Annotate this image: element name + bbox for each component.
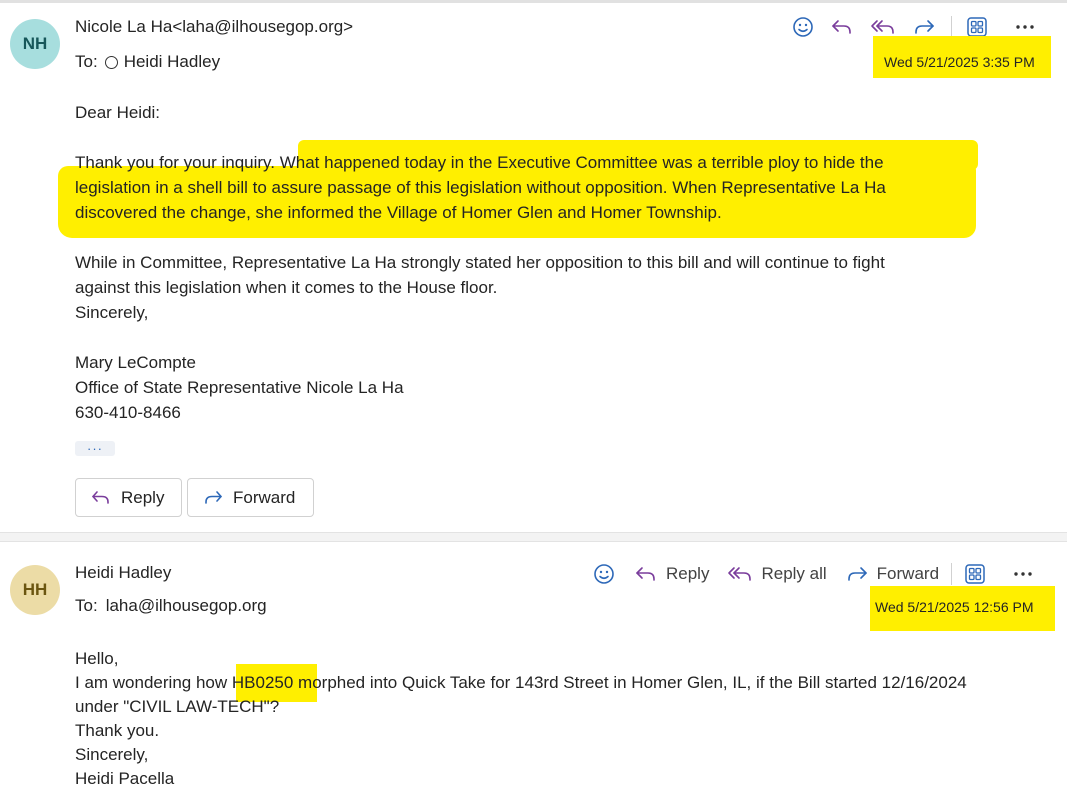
email-message-hadley: HH Heidi Hadley To: laha@ilhousegop.org … bbox=[0, 542, 1067, 795]
recipient-name[interactable]: Heidi Hadley bbox=[124, 52, 220, 72]
message-separator bbox=[0, 532, 1067, 542]
body-line: discovered the change, she informed the … bbox=[75, 203, 722, 222]
reply-all-icon bbox=[728, 567, 752, 581]
reply-button[interactable]: Reply bbox=[75, 478, 182, 517]
message-toolbar: Reply Reply all Forward bbox=[592, 562, 1034, 586]
to-label: To: bbox=[75, 52, 98, 71]
apps-icon[interactable] bbox=[964, 563, 986, 585]
signature-line: 630-410-8466 bbox=[75, 403, 181, 422]
signature-line: Heidi Pacella bbox=[75, 769, 175, 788]
greeting: Dear Heidi: bbox=[75, 103, 161, 122]
sender-name[interactable]: Nicole La Ha<laha@ilhousegop.org> bbox=[75, 17, 353, 37]
message-date: Wed 5/21/2025 3:35 PM bbox=[884, 54, 1035, 70]
sender-name[interactable]: Heidi Hadley bbox=[75, 563, 171, 583]
more-icon[interactable] bbox=[1014, 16, 1036, 38]
toolbar-divider bbox=[951, 563, 953, 585]
avatar[interactable]: NH bbox=[10, 19, 60, 69]
reply-label: Reply bbox=[666, 564, 710, 583]
reply-button[interactable]: Reply bbox=[634, 562, 709, 586]
presence-icon bbox=[104, 55, 118, 69]
body-line: against this legislation when it comes t… bbox=[75, 278, 498, 297]
body-line: While in Committee, Representative La Ha… bbox=[75, 253, 885, 272]
body-line: Thank you for your inquiry. What happene… bbox=[75, 153, 884, 172]
reply-button-label: Reply bbox=[121, 487, 165, 507]
body-line: legislation in a shell bill to assure pa… bbox=[75, 178, 886, 197]
forward-icon bbox=[847, 567, 867, 581]
recipient-line: To: Heidi Hadley bbox=[75, 52, 220, 72]
avatar[interactable]: HH bbox=[10, 565, 60, 615]
reply-icon bbox=[636, 567, 655, 581]
forward-button-label: Forward bbox=[233, 487, 296, 507]
body-text: morphed into Quick Take for 143rd Street… bbox=[293, 673, 967, 692]
toolbar-divider bbox=[951, 16, 952, 38]
emoji-icon[interactable] bbox=[791, 15, 815, 39]
body-line: Hello, bbox=[75, 649, 119, 668]
email-message-laha: NH Nicole La Ha<laha@ilhousegop.org> To:… bbox=[0, 0, 1067, 532]
body-line: I am wondering how HB0250 morphed into Q… bbox=[75, 671, 967, 695]
message-date: Wed 5/21/2025 12:56 PM bbox=[875, 599, 1034, 615]
recipient-line: To: laha@ilhousegop.org bbox=[75, 596, 267, 616]
reply-icon[interactable] bbox=[829, 15, 855, 39]
signature-line: Mary LeCompte bbox=[75, 353, 196, 372]
message-body: Hello, I am wondering how HB0250 morphed… bbox=[75, 647, 967, 791]
forward-button[interactable]: Forward bbox=[845, 562, 939, 586]
signature-line: Office of State Representative Nicole La… bbox=[75, 378, 404, 397]
bill-number: HB0250 bbox=[231, 673, 294, 692]
to-label: To: bbox=[75, 596, 98, 615]
emoji-icon[interactable] bbox=[592, 562, 616, 586]
body-line: Sincerely, bbox=[75, 303, 149, 322]
body-line: under "CIVIL LAW-TECH"? bbox=[75, 697, 280, 716]
forward-button[interactable]: Forward bbox=[187, 478, 314, 517]
reply-icon bbox=[92, 490, 109, 504]
reply-all-button[interactable]: Reply all bbox=[727, 562, 827, 586]
apps-icon[interactable] bbox=[966, 16, 988, 38]
body-text: I am wondering how bbox=[75, 673, 232, 692]
body-line: Sincerely, bbox=[75, 745, 149, 764]
body-line: Thank you. bbox=[75, 721, 160, 740]
forward-icon bbox=[205, 490, 222, 504]
forward-label: Forward bbox=[876, 564, 940, 583]
message-body: Dear Heidi: Thank you for your inquiry. … bbox=[75, 100, 886, 425]
more-icon[interactable] bbox=[1012, 563, 1034, 585]
recipient-name[interactable]: laha@ilhousegop.org bbox=[106, 596, 267, 616]
show-quoted-text-button[interactable]: ··· bbox=[75, 441, 115, 456]
reply-all-label: Reply all bbox=[761, 564, 827, 583]
